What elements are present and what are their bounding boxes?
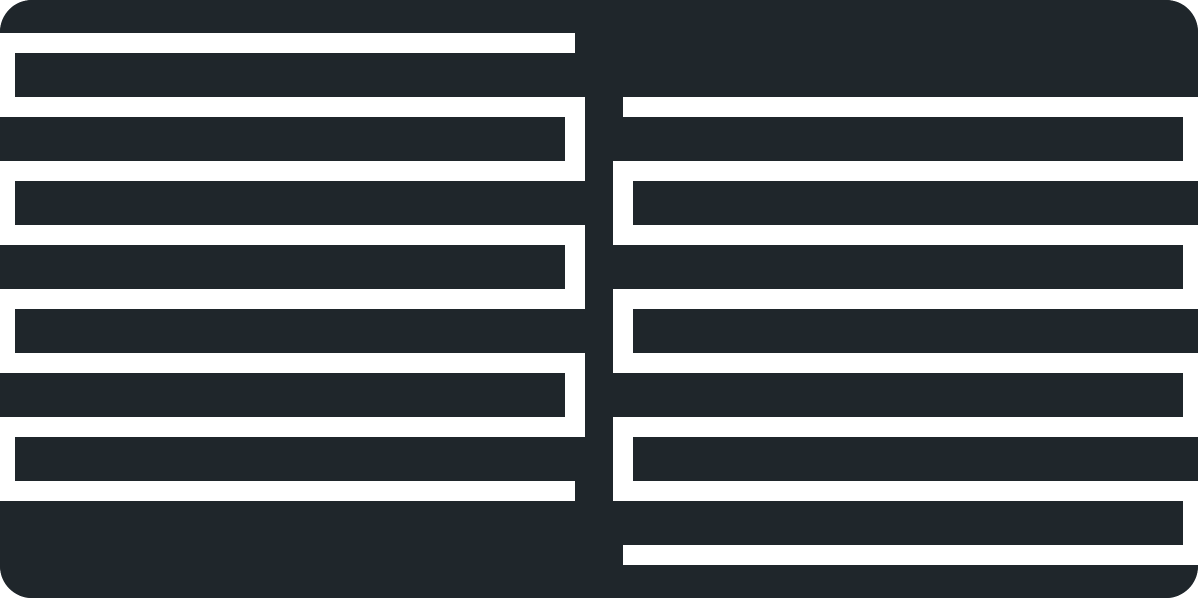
serpentine-maze-graphic [0,0,1198,598]
maze-svg [0,0,1198,598]
